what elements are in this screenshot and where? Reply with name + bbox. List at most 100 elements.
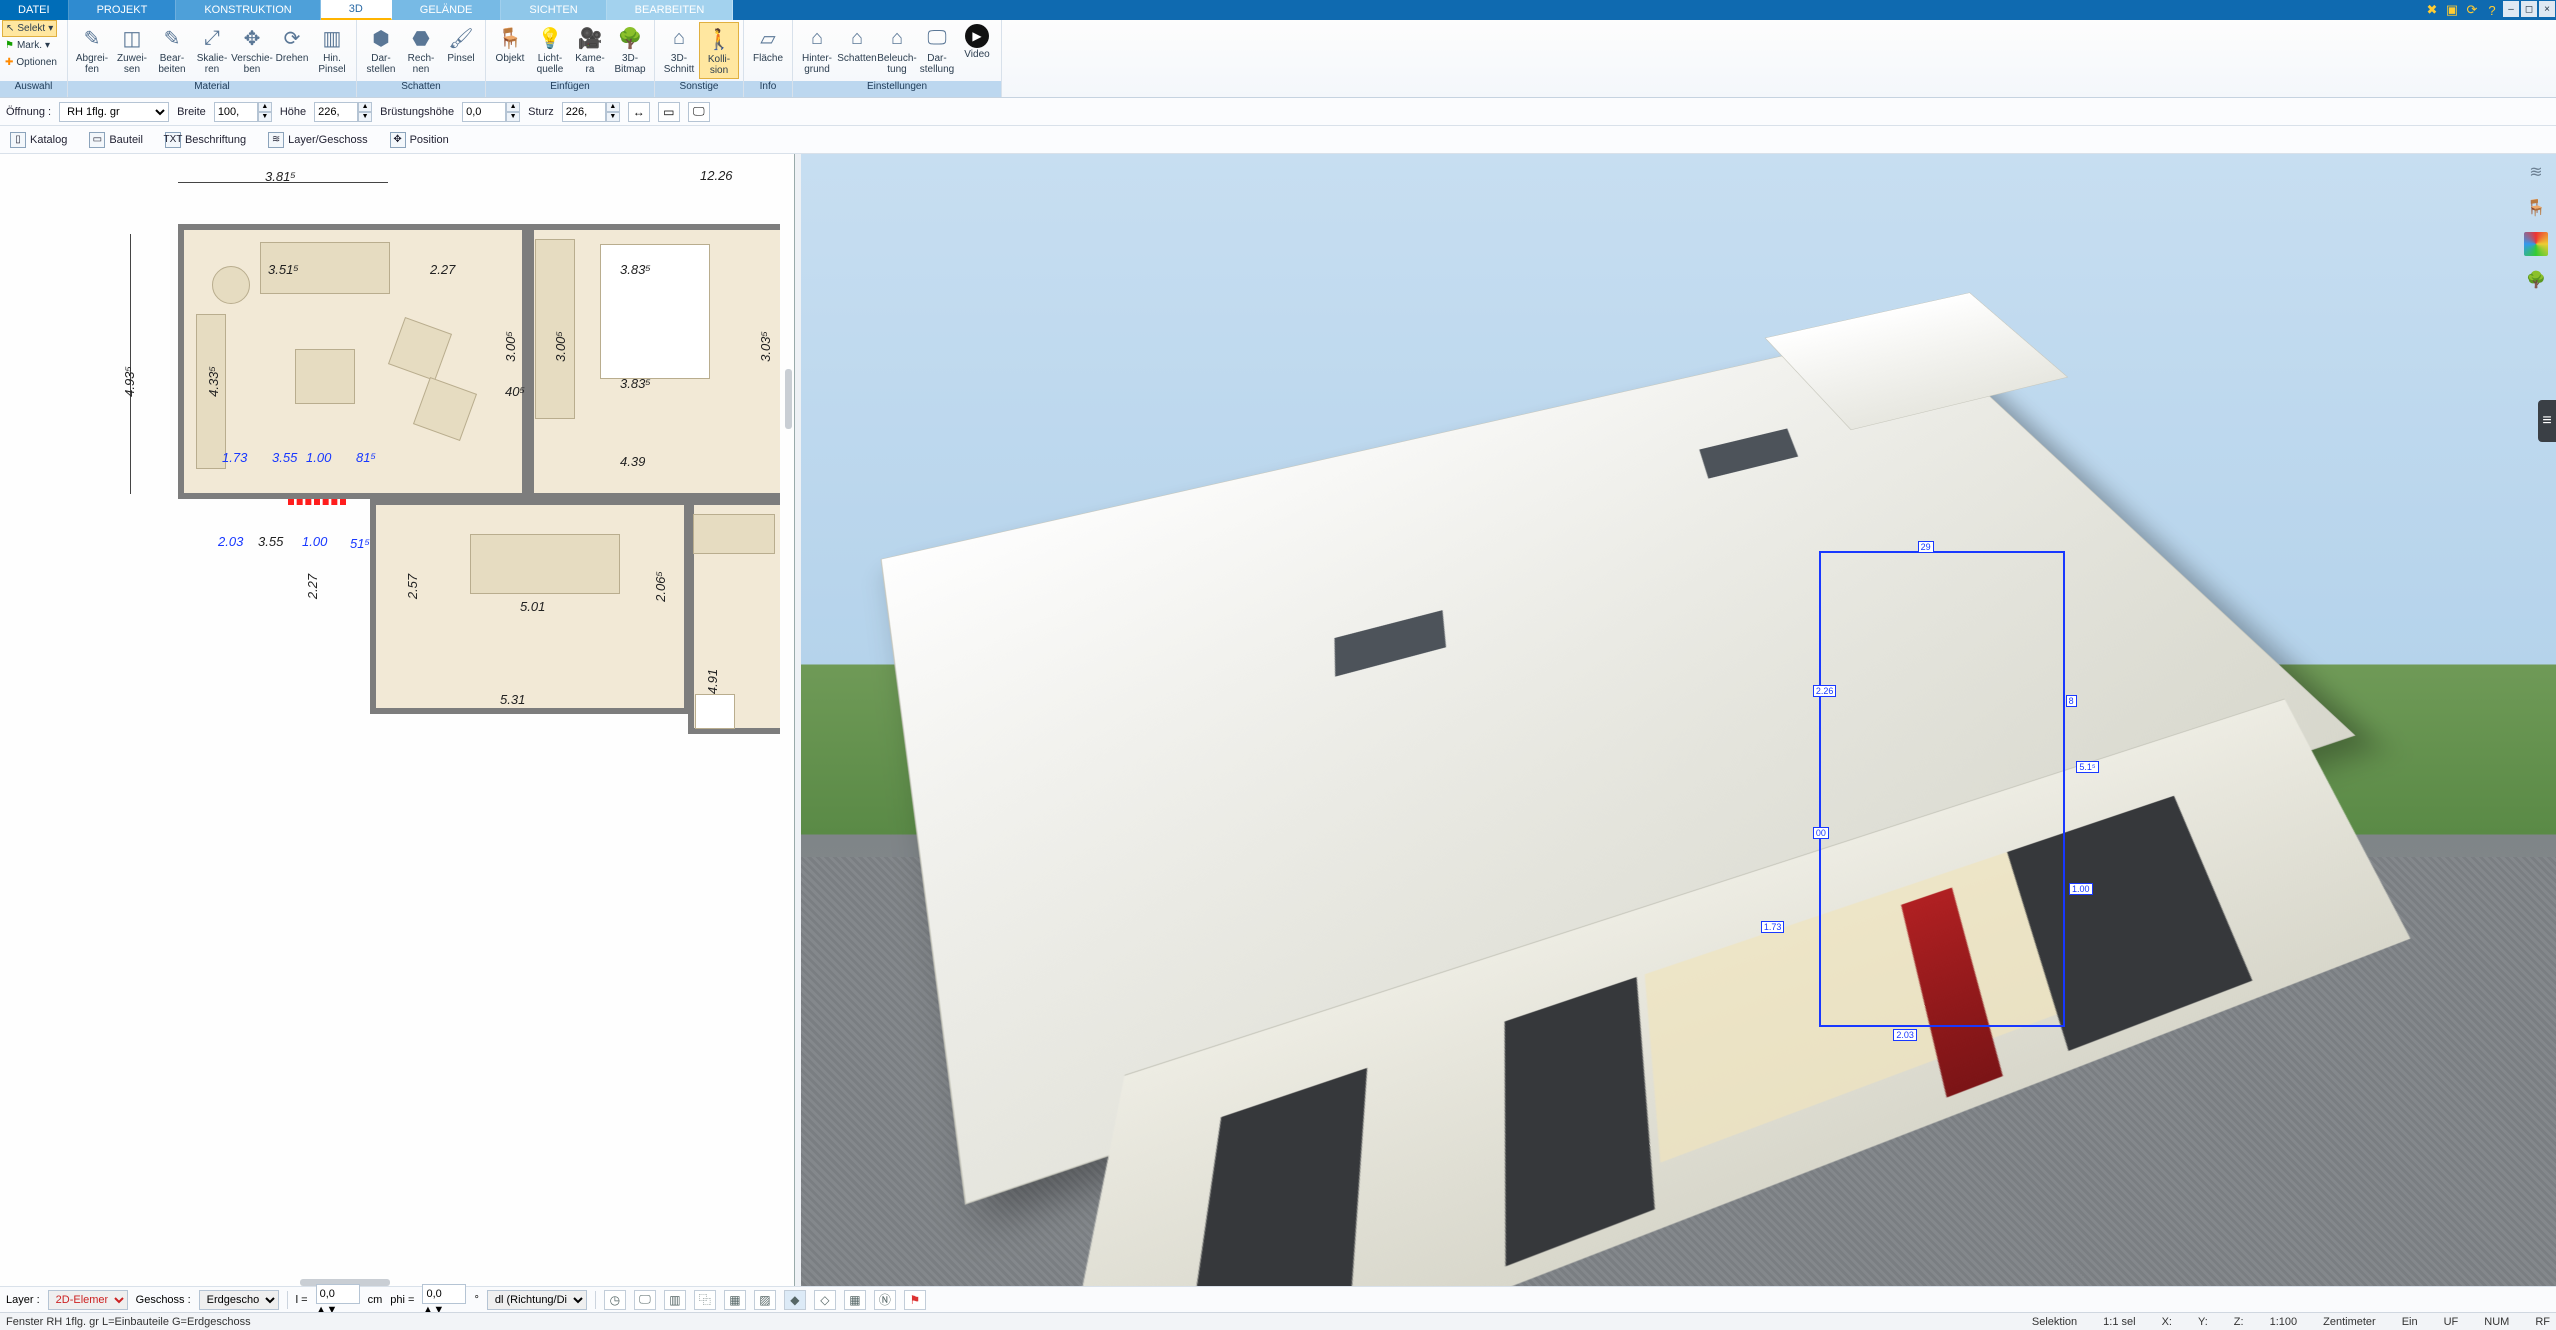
btn-kollision[interactable]: 🚶Kolli- sion [699,22,739,79]
btn-abgreifen[interactable]: ✎Abgrei- fen [72,22,112,77]
btn-verschieben[interactable]: ✥Verschie- ben [232,22,272,77]
btn-katalog[interactable]: ▯Katalog [6,130,71,150]
width-input[interactable] [214,102,258,122]
spin-up-icon[interactable]: ▲ [358,102,372,112]
btn-beschr[interactable]: TXTBeschriftung [161,130,250,150]
wire-icon[interactable]: ◇ [814,1290,836,1310]
spin-down-icon[interactable]: ▼ [506,112,520,122]
height-input[interactable] [314,102,358,122]
opening-select[interactable]: RH 1flg. gr [59,102,169,122]
toggle-arrows[interactable]: ↔ [628,102,650,122]
tab-bearbeiten[interactable]: BEARBEITEN [607,0,734,20]
btn-layer[interactable]: ≋Layer/Geschoss [264,130,371,150]
dim-label: 3.51⁵ [268,262,299,277]
length-input[interactable] [316,1284,360,1304]
btn-schnitt[interactable]: ⌂3D- Schnitt [659,22,699,77]
btn-darstellung[interactable]: 🖵Dar- stellung [917,22,957,77]
hatch-icon[interactable]: ▦ [724,1290,746,1310]
plan-canvas[interactable]: 3.81⁵ 12.26 4.93⁵ 3.51⁵ [0,154,794,1288]
tab-gelaende[interactable]: GELÄNDE [392,0,502,20]
plan-2d-pane[interactable]: 3.81⁵ 12.26 4.93⁵ 3.51⁵ [0,154,795,1288]
spin-down-icon[interactable]: ▼ [606,112,620,122]
btn-flaeche[interactable]: ▱Fläche [748,22,788,66]
refresh-icon[interactable]: ⟳ [2463,1,2481,19]
mark-mode[interactable]: ⚑Mark.▾ [2,37,53,54]
btn-position[interactable]: ✥Position [386,130,453,150]
btn-hinpinsel[interactable]: ▥Hin. Pinsel [312,22,352,77]
lintel-input[interactable] [562,102,606,122]
tab-sichten[interactable]: SICHTEN [501,0,606,20]
group-material: ✎Abgrei- fen ◫Zuwei- sen ✎Bear- beiten ⤢… [68,20,357,97]
tree-icon[interactable]: 🌳 [2524,268,2548,292]
screen-icon[interactable]: 🖵 [634,1290,656,1310]
folder-icon[interactable]: ▣ [2443,1,2461,19]
btn-rechnen[interactable]: ⬣Rech- nen [401,22,441,77]
btn-skalieren[interactable]: ⤢Skalie- ren [192,22,232,77]
btn-hintergrund[interactable]: ⌂Hinter- grund [797,22,837,77]
tab-datei[interactable]: DATEI [0,0,69,20]
btn-zuweisen[interactable]: ◫Zuwei- sen [112,22,152,77]
toggle-box[interactable]: ▭ [658,102,680,122]
spin-up-icon[interactable]: ▲ [506,102,520,112]
tab-3d[interactable]: 3D [321,0,392,20]
selected-opening[interactable] [288,499,346,505]
btn-darstellen[interactable]: ⬢Dar- stellen [361,22,401,77]
btn-bitmap[interactable]: 🌳3D- Bitmap [610,22,650,77]
toggle-screen[interactable]: 🖵 [688,102,710,122]
diagonal-icon[interactable]: ▨ [754,1290,776,1310]
spin-up-icon[interactable]: ▲ [606,102,620,112]
tab-projekt[interactable]: PROJEKT [69,0,177,20]
status-z: Z: [2234,1316,2244,1328]
flag-icon[interactable]: ⚑ [904,1290,926,1310]
btn-video[interactable]: ▶Video [957,22,997,62]
dim-label: 3.83⁵ [620,262,651,277]
copy-icon[interactable]: ⿻ [694,1290,716,1310]
options-mode[interactable]: ✚Optionen [2,54,60,71]
dim-label: 5.01 [520,599,545,614]
sill-input[interactable] [462,102,506,122]
status-ein: Ein [2402,1316,2418,1328]
spin-down-icon[interactable]: ▼ [258,112,272,122]
view-3d-pane[interactable]: 29 2.26 8 00 1.00 5.1⁵ 1.73 2.03 [801,154,2556,1288]
tools-icon[interactable]: ✖ [2423,1,2441,19]
select-mode[interactable]: ↖Selekt▾ [2,20,57,37]
btn-drehen[interactable]: ⟳Drehen [272,22,312,66]
north-icon[interactable]: Ⓝ [874,1290,896,1310]
brush-behind-icon: ▥ [318,24,346,52]
view3d-canvas[interactable]: 29 2.26 8 00 1.00 5.1⁵ 1.73 2.03 [801,154,2556,1288]
side-panel-handle[interactable]: ≡ [2538,400,2556,442]
btn-bauteil[interactable]: ▭Bauteil [85,130,147,150]
armchair-icon[interactable]: 🪑 [2524,196,2548,220]
floor-select[interactable]: Erdgeschos [199,1290,279,1310]
palette-icon[interactable]: . [2524,232,2548,256]
cube-icon: ⬢ [367,24,395,52]
move-icon: ✥ [390,132,406,148]
phi-input[interactable] [422,1284,466,1304]
shaded-icon[interactable]: ◆ [784,1290,806,1310]
grid-icon[interactable]: ▦ [844,1290,866,1310]
view-side-tools: ≋ 🪑 . 🌳 [2524,160,2552,292]
max-button[interactable]: ◻ [2521,1,2537,17]
dim-label: 2.27 [305,574,320,599]
dl-select[interactable]: dl (Richtung/Di [487,1290,587,1310]
close-button[interactable]: × [2539,1,2555,17]
history-icon[interactable]: ◷ [604,1290,626,1310]
v-scrollbar[interactable] [785,369,792,429]
layer-select[interactable]: 2D-Elemen [48,1290,128,1310]
tab-konstruktion[interactable]: KONSTRUKTION [176,0,320,20]
btn-bearbeiten[interactable]: ✎Bear- beiten [152,22,192,77]
btn-pinsel[interactable]: 🖌Pinsel [441,22,481,66]
help-icon[interactable]: ? [2483,1,2501,19]
spin-down-icon[interactable]: ▼ [358,112,372,122]
min-button[interactable]: – [2503,1,2519,17]
spin-up-icon[interactable]: ▲ [258,102,272,112]
btn-objekt[interactable]: 🪑Objekt [490,22,530,66]
btn-kamera[interactable]: 🎥Kame- ra [570,22,610,77]
btn-licht[interactable]: 💡Licht- quelle [530,22,570,77]
cm-label: cm [368,1294,383,1306]
btn-schatten-set[interactable]: ⌂Schatten [837,22,877,66]
btn-beleucht[interactable]: ⌂Beleuch- tung [877,22,917,77]
stack-icon[interactable]: ▥ [664,1290,686,1310]
selection-gizmo[interactable]: 29 2.26 8 00 1.00 5.1⁵ 1.73 2.03 [1819,551,2065,1027]
layers-icon[interactable]: ≋ [2524,160,2548,184]
